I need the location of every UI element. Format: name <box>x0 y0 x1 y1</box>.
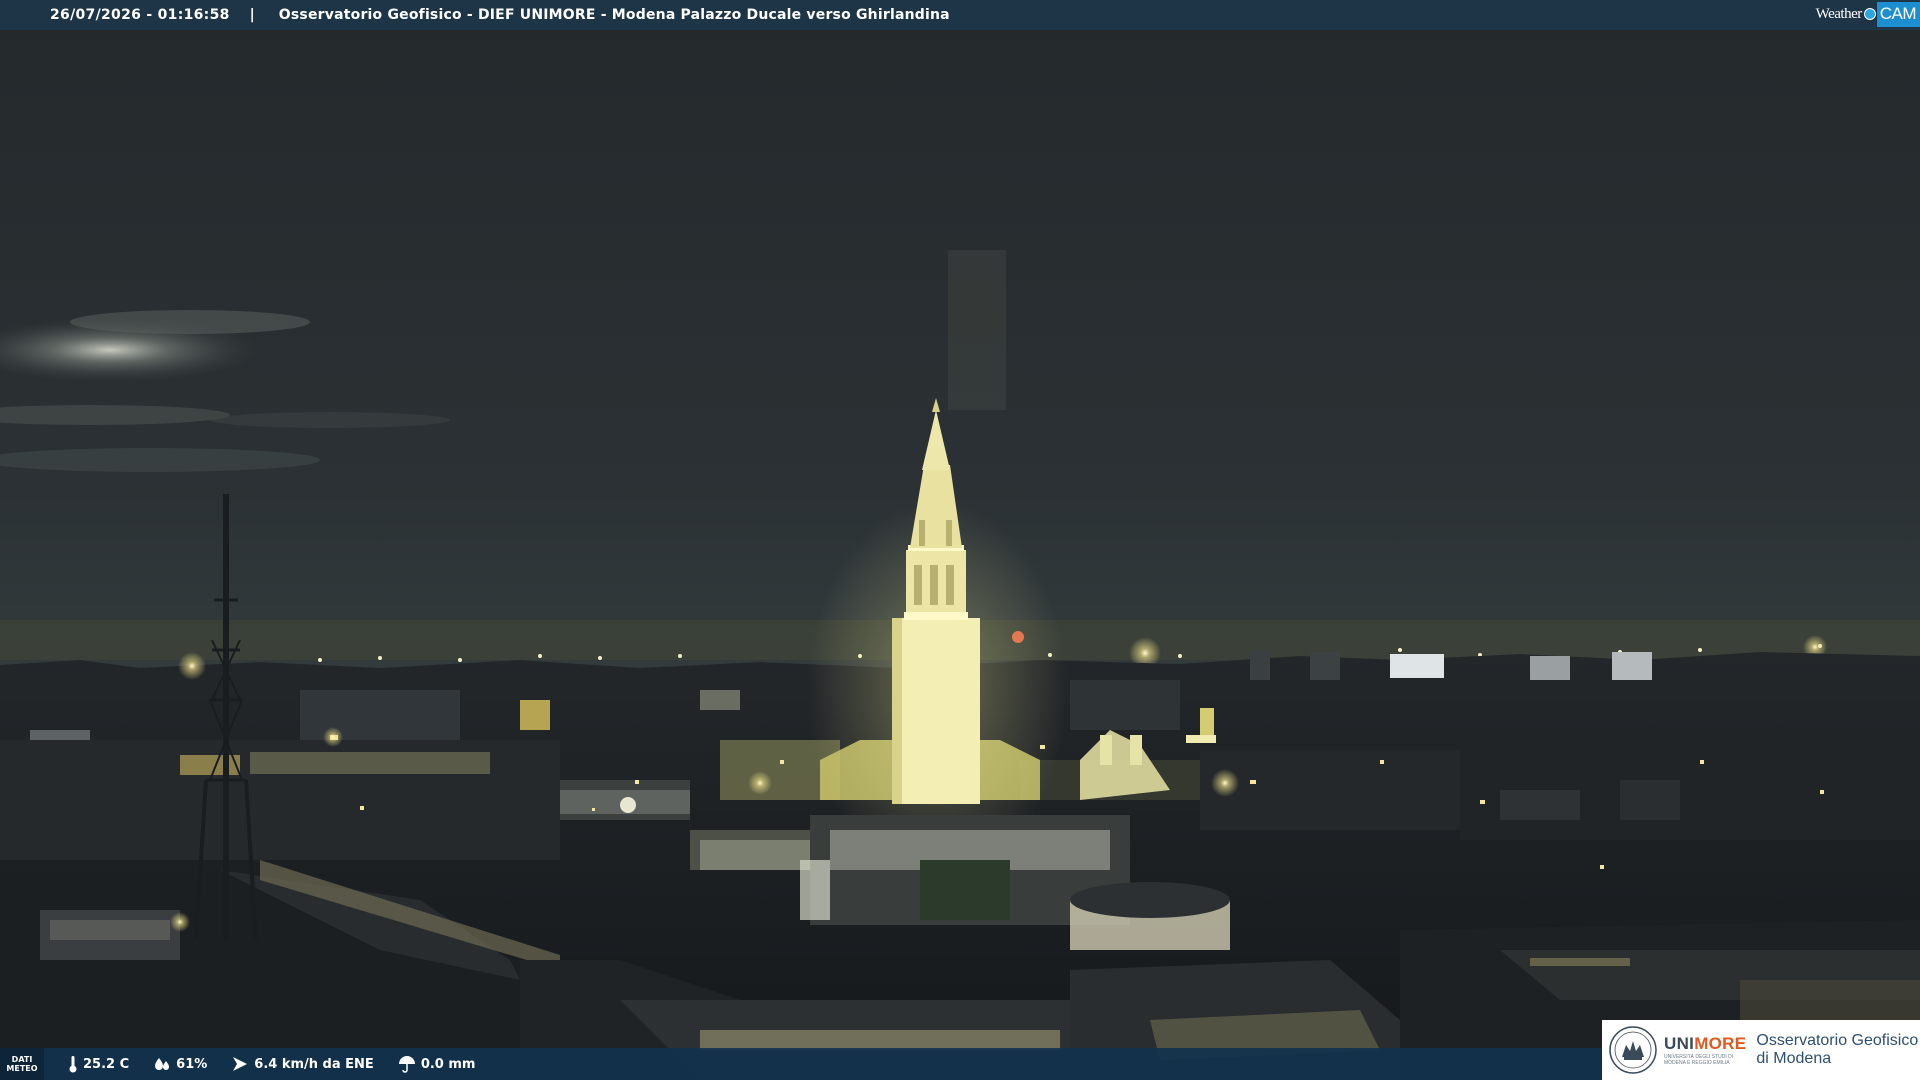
thermometer-icon <box>69 1056 77 1073</box>
unimore-subline2: MODENA E REGGIO EMILIA <box>1664 1060 1730 1066</box>
webcam-image <box>0 0 1920 1080</box>
rain-reading: 0.0 mm <box>398 1055 476 1073</box>
observatory-line1: Osservatorio Geofisico <box>1756 1032 1919 1049</box>
cloud-band <box>210 412 450 428</box>
humidity-value: 61% <box>176 1056 208 1072</box>
badge-line2: METEO <box>6 1064 38 1073</box>
capture-datetime: 26/07/2026 - 01:16:58 <box>50 7 230 23</box>
unimore-seal-icon <box>1609 1026 1657 1074</box>
weathercam-dot-icon <box>1863 8 1876 20</box>
unimore-wordmark: UNIMORE UNIVERSITÀ DEGLI STUDI DI MODENA… <box>1664 1034 1746 1066</box>
humidity-reading: 61% <box>153 1056 207 1072</box>
caption-bar: 26/07/2026 - 01:16:58 | Osservatorio Geo… <box>0 0 1920 30</box>
cloud-band <box>70 310 310 334</box>
wind-value: 6.4 km/h da ENE <box>254 1056 374 1072</box>
observatory-name: Osservatorio Geofisico di Modena <box>1756 1032 1918 1068</box>
temperature-value: 25.2 C <box>83 1056 130 1072</box>
dati-meteo-badge: DATI METEO <box>0 1048 44 1080</box>
unimore-name-part1: UNI <box>1664 1034 1695 1053</box>
rain-value: 0.0 mm <box>420 1056 476 1072</box>
unimore-logo: UNIMORE UNIVERSITÀ DEGLI STUDI DI MODENA… <box>1602 1020 1920 1080</box>
weathercam-cam-text: CAM <box>1876 1 1920 27</box>
wind-direction-icon <box>233 1057 248 1071</box>
unimore-name-part2: MORE <box>1694 1034 1747 1053</box>
wind-reading: 6.4 km/h da ENE <box>231 1055 374 1073</box>
lens-reflection <box>948 250 1006 410</box>
badge-line1: DATI <box>11 1055 33 1064</box>
caption-separator: | <box>249 7 255 23</box>
temperature-reading: 25.2 C <box>68 1055 129 1073</box>
humidity-drops-icon <box>155 1058 170 1070</box>
unimore-name: UNIMORE <box>1664 1034 1746 1054</box>
weathercam-weather-text: Weather <box>1815 5 1863 22</box>
observatory-line2: di Modena <box>1756 1050 1832 1067</box>
weathercam-logo: Weather CAM <box>1816 0 1920 28</box>
camera-title: Osservatorio Geofisico - DIEF UNIMORE - … <box>278 7 950 23</box>
umbrella-icon <box>398 1056 415 1073</box>
weather-data-bar: DATI METEO 25.2 C 61% 6.4 km/h da ENE 0.… <box>0 1048 1602 1080</box>
